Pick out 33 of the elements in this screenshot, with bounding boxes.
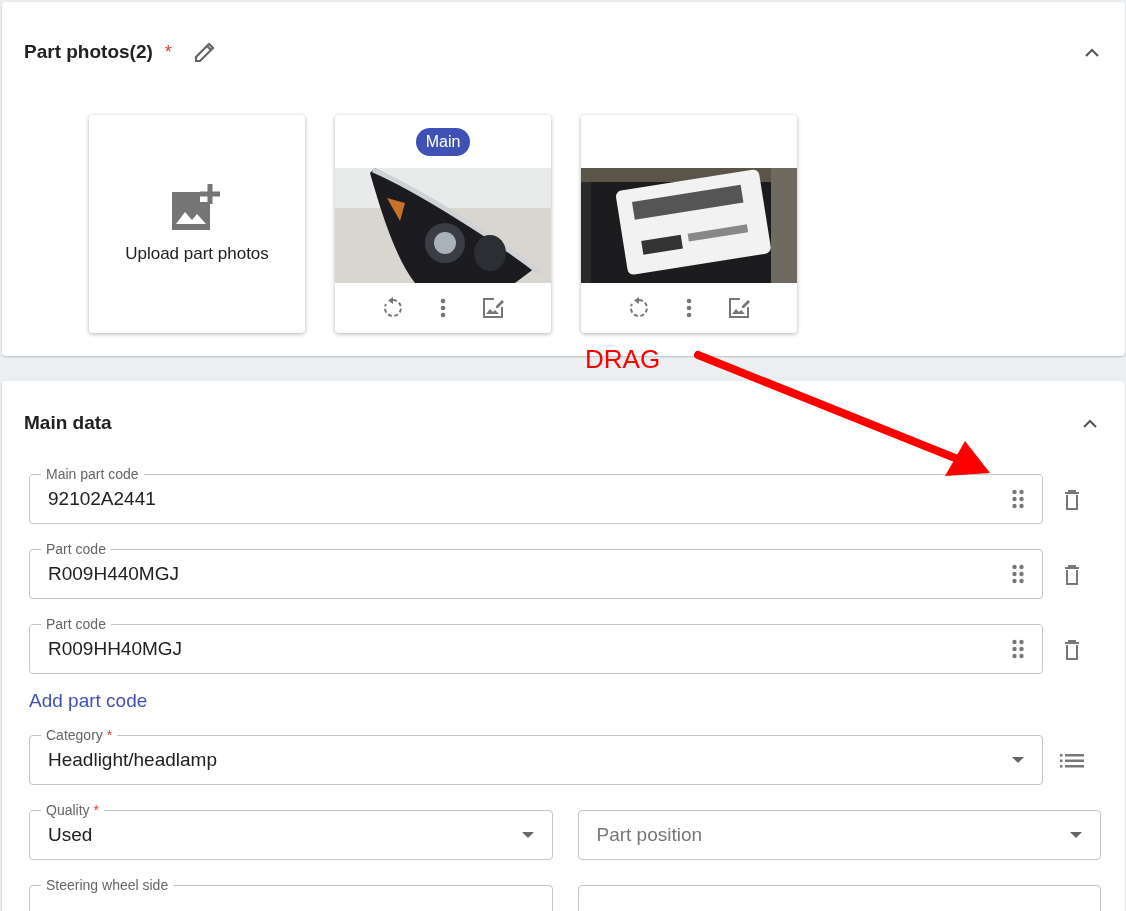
edit-image-icon[interactable] bbox=[482, 297, 504, 319]
field-label: Main part code bbox=[41, 465, 144, 483]
drag-handle-icon[interactable] bbox=[1012, 564, 1024, 584]
dropdown-caret-icon[interactable] bbox=[1070, 832, 1082, 838]
chevron-up-icon[interactable] bbox=[1085, 47, 1099, 57]
section-title: Main data bbox=[24, 412, 112, 434]
upload-tile[interactable]: Upload part photos bbox=[89, 115, 305, 333]
dropdown-caret-icon[interactable] bbox=[1012, 757, 1024, 763]
add-photo-icon bbox=[172, 184, 222, 230]
rotate-icon[interactable] bbox=[628, 297, 650, 319]
more-icon[interactable] bbox=[686, 298, 692, 318]
annotation-label: DRAG bbox=[585, 344, 661, 375]
required-mark: * bbox=[164, 41, 172, 63]
drag-handle-icon[interactable] bbox=[1012, 489, 1024, 509]
pencil-icon[interactable] bbox=[193, 41, 216, 63]
photo-card[interactable] bbox=[581, 115, 797, 333]
delete-icon[interactable] bbox=[1064, 490, 1080, 510]
main-badge: Main bbox=[415, 127, 471, 156]
section-title: Part photos(2) bbox=[24, 41, 153, 63]
field-label: Steering wheel side bbox=[41, 876, 174, 894]
upload-label: Upload part photos bbox=[125, 244, 269, 264]
field-label: Quality * bbox=[41, 801, 104, 819]
chevron-up-icon[interactable] bbox=[1083, 418, 1097, 428]
rotate-icon[interactable] bbox=[382, 297, 404, 319]
dropdown-caret-icon[interactable] bbox=[521, 832, 534, 838]
photo-card[interactable]: Main bbox=[335, 115, 551, 333]
delete-icon[interactable] bbox=[1064, 565, 1080, 585]
delete-icon[interactable] bbox=[1064, 640, 1080, 660]
more-icon[interactable] bbox=[440, 298, 446, 318]
edit-image-icon[interactable] bbox=[728, 297, 750, 319]
list-icon[interactable] bbox=[1060, 754, 1084, 768]
add-part-code-link[interactable]: Add part code bbox=[29, 690, 148, 712]
drag-handle-icon[interactable] bbox=[1012, 639, 1024, 659]
